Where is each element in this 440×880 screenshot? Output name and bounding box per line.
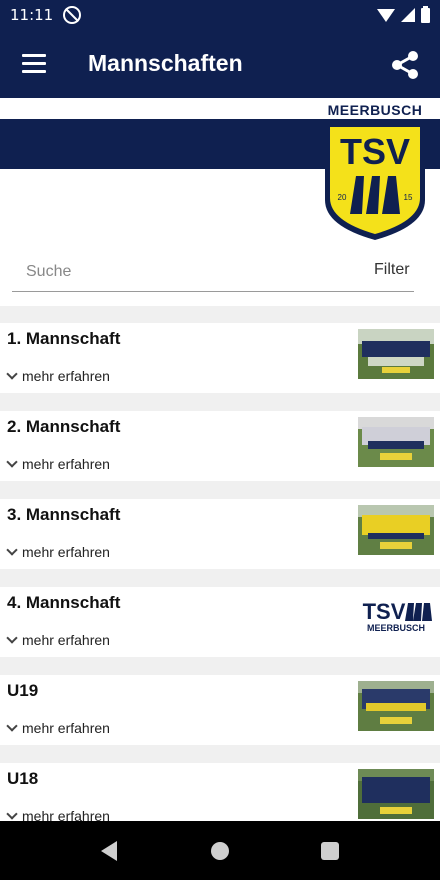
- club-crest: MEERBUSCH TSV 20 15: [320, 102, 430, 242]
- team-name: 3. Mannschaft: [7, 505, 121, 524]
- chevron-down-icon: [6, 544, 18, 556]
- menu-icon[interactable]: [22, 54, 46, 74]
- chevron-down-icon: [6, 632, 18, 644]
- crest-shield-icon: TSV 20 15: [325, 122, 425, 240]
- team-card-1[interactable]: 1. Mannschaft mehr erfahren: [0, 323, 440, 393]
- crest-year-left: 20: [338, 193, 347, 202]
- crest-city: MEERBUSCH: [327, 102, 423, 118]
- team-card-4[interactable]: 4. Mannschaft mehr erfahren TSV MEERBUSC…: [0, 587, 440, 657]
- status-bar: 11:11: [0, 0, 440, 30]
- home-icon[interactable]: [211, 842, 229, 860]
- search-input[interactable]: [12, 252, 352, 292]
- crest-year-right: 15: [404, 193, 413, 202]
- crest-letters: TSV: [340, 131, 410, 172]
- chevron-down-icon: [6, 720, 18, 732]
- more-link[interactable]: mehr erfahren: [6, 456, 110, 472]
- more-label: mehr erfahren: [22, 720, 110, 736]
- signal-icon: [401, 8, 415, 22]
- chevron-down-icon: [6, 368, 18, 380]
- app-screen: 11:11 Mannschaften MEERBUSCH TSV 20 15 S…: [0, 0, 440, 880]
- filter-button[interactable]: Filter: [374, 261, 410, 279]
- team-photo-6: [358, 769, 434, 819]
- team-photo-3: [358, 505, 434, 555]
- battery-icon: [421, 5, 430, 23]
- app-bar: Mannschaften: [0, 30, 440, 98]
- page-title: Mannschaften: [88, 50, 243, 76]
- club-logo-icon: TSV MEERBUSCH: [358, 593, 434, 643]
- status-time: 11:11: [10, 6, 54, 24]
- search-underline: [12, 291, 414, 292]
- system-nav-bar: [0, 821, 440, 880]
- team-card-5[interactable]: U19 mehr erfahren: [0, 675, 440, 745]
- team-card-2[interactable]: 2. Mannschaft mehr erfahren: [0, 411, 440, 481]
- more-label: mehr erfahren: [22, 368, 110, 384]
- more-link[interactable]: mehr erfahren: [6, 544, 110, 560]
- chevron-down-icon: [6, 808, 18, 820]
- more-label: mehr erfahren: [22, 808, 110, 821]
- team-name: 4. Mannschaft: [7, 593, 121, 612]
- status-icons: [377, 5, 430, 23]
- wifi-icon: [377, 8, 395, 22]
- team-list[interactable]: 1. Mannschaft mehr erfahren 2. Mannschaf…: [0, 306, 440, 821]
- more-label: mehr erfahren: [22, 632, 110, 648]
- team-photo-2: [358, 417, 434, 467]
- do-not-disturb-icon: [63, 6, 82, 24]
- recent-apps-icon[interactable]: [321, 842, 339, 860]
- more-link[interactable]: mehr erfahren: [6, 808, 110, 821]
- more-label: mehr erfahren: [22, 544, 110, 560]
- club-banner: MEERBUSCH TSV 20 15: [0, 98, 440, 248]
- team-photo-1: [358, 329, 434, 379]
- back-icon[interactable]: [101, 841, 117, 861]
- more-link[interactable]: mehr erfahren: [6, 720, 110, 736]
- search-area: Filter: [0, 248, 440, 306]
- team-name: 1. Mannschaft: [7, 329, 121, 348]
- more-link[interactable]: mehr erfahren: [6, 632, 110, 648]
- logo-letters: TSV: [363, 599, 406, 624]
- team-card-6[interactable]: U18 mehr erfahren: [0, 763, 440, 821]
- team-name: U19: [7, 681, 39, 700]
- team-card-3[interactable]: 3. Mannschaft mehr erfahren: [0, 499, 440, 569]
- team-name: U18: [7, 769, 39, 788]
- share-icon[interactable]: [388, 48, 422, 82]
- more-link[interactable]: mehr erfahren: [6, 368, 110, 384]
- more-label: mehr erfahren: [22, 456, 110, 472]
- chevron-down-icon: [6, 456, 18, 468]
- logo-text: MEERBUSCH: [367, 623, 425, 633]
- team-photo-5: [358, 681, 434, 731]
- team-name: 2. Mannschaft: [7, 417, 121, 436]
